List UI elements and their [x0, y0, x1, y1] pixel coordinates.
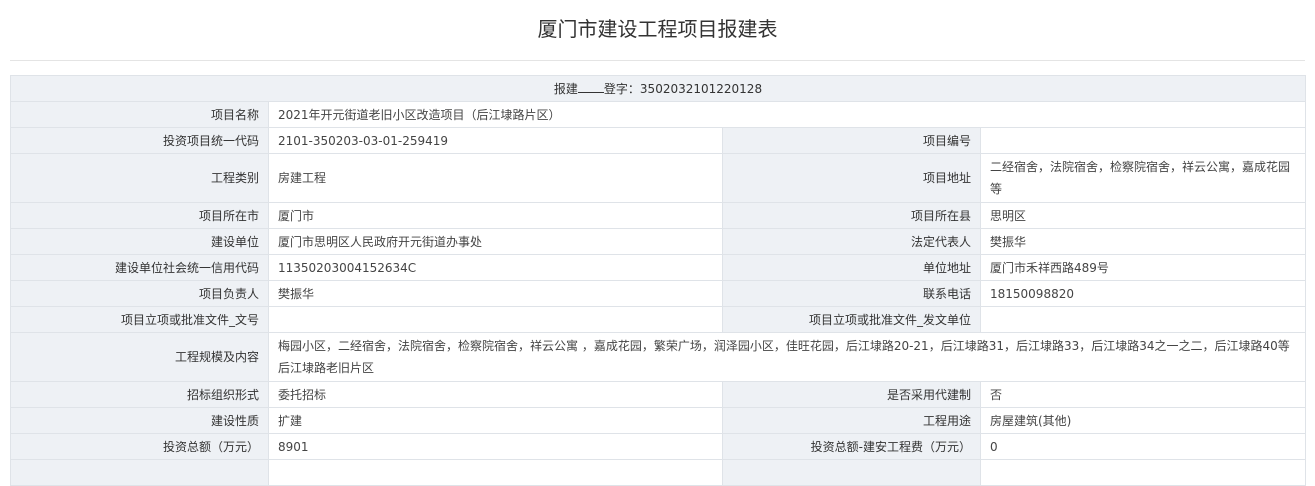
approval-unit-value: [980, 306, 1306, 333]
total-invest-label: 投资总额（万元）: [10, 433, 269, 460]
builder-label: 建设单位: [10, 228, 269, 255]
approval-no-value: [268, 306, 723, 333]
install-cost-value: 0: [980, 433, 1306, 460]
usage-value: 房屋建筑(其他): [980, 407, 1306, 434]
unit-addr-label: 单位地址: [722, 254, 981, 281]
phone-value: 18150098820: [980, 280, 1306, 307]
table-row: 项目立项或批准文件_文号 项目立项或批准文件_发文单位: [10, 306, 1306, 333]
project-type-value: 房建工程: [268, 153, 723, 203]
invest-code-value: 2101-350203-03-01-259419: [268, 127, 723, 154]
table-row: 投资总额（万元） 8901 投资总额-建安工程费（万元） 0: [10, 433, 1306, 460]
install-cost-label: 投资总额-建安工程费（万元）: [722, 433, 981, 460]
project-addr-label: 项目地址: [722, 153, 981, 203]
table-row: 建设单位社会统一信用代码 11350203004152634C 单位地址 厦门市…: [10, 254, 1306, 281]
agent-build-label: 是否采用代建制: [722, 381, 981, 408]
project-type-label: 工程类别: [10, 153, 269, 203]
scale-label: 工程规模及内容: [10, 332, 269, 382]
table-row: 建设单位 厦门市思明区人民政府开元街道办事处 法定代表人 樊振华: [10, 228, 1306, 255]
project-registration-table: 报建 登字：3502032101220128 项目名称 2021年开元街道老旧小区…: [10, 75, 1306, 486]
county-label: 项目所在县: [722, 202, 981, 229]
bidding-value: 委托招标: [268, 381, 723, 408]
table-row: [10, 459, 1306, 486]
table-row: 投资项目统一代码 2101-350203-03-01-259419 项目编号: [10, 127, 1306, 154]
credit-code-label: 建设单位社会统一信用代码: [10, 254, 269, 281]
city-label: 项目所在市: [10, 202, 269, 229]
bidding-label: 招标组织形式: [10, 381, 269, 408]
table-row: 工程类别 房建工程 项目地址 二经宿舍，法院宿舍，检察院宿舍，祥云公寓，嘉成花园…: [10, 153, 1306, 203]
table-row: 项目名称 2021年开元街道老旧小区改造项目（后江埭路片区）: [10, 101, 1306, 128]
usage-label: 工程用途: [722, 407, 981, 434]
approval-unit-label: 项目立项或批准文件_发文单位: [722, 306, 981, 333]
registration-number: 报建 登字：3502032101220128: [10, 75, 1306, 102]
blank-underline: [577, 80, 604, 93]
credit-code-value: 11350203004152634C: [268, 254, 723, 281]
scale-value: 梅园小区，二经宿舍，法院宿舍，检察院宿舍，祥云公寓 ，嘉成花园，繁荣广场，润泽园…: [268, 332, 1306, 382]
approval-no-label: 项目立项或批准文件_文号: [10, 306, 269, 333]
manager-value: 樊振华: [268, 280, 723, 307]
phone-label: 联系电话: [722, 280, 981, 307]
builder-value: 厦门市思明区人民政府开元街道办事处: [268, 228, 723, 255]
project-addr-value: 二经宿舍，法院宿舍，检察院宿舍，祥云公寓，嘉成花园等: [980, 153, 1306, 203]
legal-rep-value: 樊振华: [980, 228, 1306, 255]
total-invest-value: 8901: [268, 433, 723, 460]
page-title: 厦门市建设工程项目报建表: [10, 0, 1305, 61]
invest-code-label: 投资项目统一代码: [10, 127, 269, 154]
agent-build-value: 否: [980, 381, 1306, 408]
nature-label: 建设性质: [10, 407, 269, 434]
table-row: 项目所在市 厦门市 项目所在县 思明区: [10, 202, 1306, 229]
next-row-label: [10, 459, 269, 486]
project-name-label: 项目名称: [10, 101, 269, 128]
table-row: 招标组织形式 委托招标 是否采用代建制 否: [10, 381, 1306, 408]
unit-addr-value: 厦门市禾祥西路489号: [980, 254, 1306, 281]
county-value: 思明区: [980, 202, 1306, 229]
project-no-value: [980, 127, 1306, 154]
nature-value: 扩建: [268, 407, 723, 434]
next-row-value-2: [980, 459, 1306, 486]
project-name-value: 2021年开元街道老旧小区改造项目（后江埭路片区）: [268, 101, 1306, 128]
next-row-label-2: [722, 459, 981, 486]
legal-rep-label: 法定代表人: [722, 228, 981, 255]
table-row: 建设性质 扩建 工程用途 房屋建筑(其他): [10, 407, 1306, 434]
project-no-label: 项目编号: [722, 127, 981, 154]
next-row-value: [268, 459, 723, 486]
registration-header-row: 报建 登字：3502032101220128: [10, 75, 1306, 102]
table-row: 项目负责人 樊振华 联系电话 18150098820: [10, 280, 1306, 307]
manager-label: 项目负责人: [10, 280, 269, 307]
table-row: 工程规模及内容 梅园小区，二经宿舍，法院宿舍，检察院宿舍，祥云公寓 ，嘉成花园，…: [10, 332, 1306, 382]
city-value: 厦门市: [268, 202, 723, 229]
